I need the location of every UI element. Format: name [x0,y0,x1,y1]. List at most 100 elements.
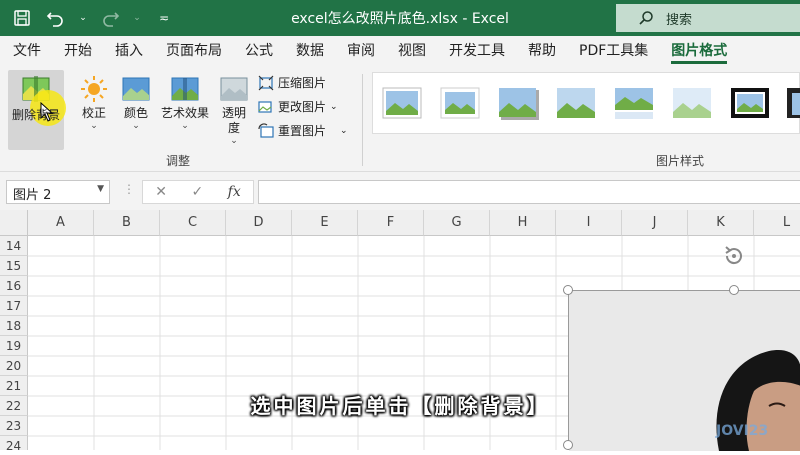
column-header-l[interactable]: L [754,210,800,236]
undo-icon[interactable] [44,6,68,30]
name-box-value: 图片 2 [13,188,52,203]
tab-developer[interactable]: 开发工具 [449,36,505,66]
save-icon[interactable] [10,6,34,30]
sun-icon [81,76,107,102]
reset-picture-button[interactable]: 重置图片 ⌄ [258,122,348,139]
column-header-k[interactable]: K [688,210,754,236]
cancel-icon[interactable]: ✕ [155,184,167,200]
color-picture-icon [122,77,150,101]
column-header-i[interactable]: I [556,210,622,236]
row-header-24[interactable]: 24 [0,436,28,450]
picture-style-simple-frame[interactable] [381,85,423,121]
ribbon-separator [362,74,363,166]
artistic-effects-icon [171,77,199,101]
color-button[interactable]: 颜色 ⌄ [116,74,156,131]
column-header-b[interactable]: B [94,210,160,236]
adjust-group-label: 调整 [166,154,191,168]
watermark-logo: JOVI23 [716,423,769,439]
tab-picture-format[interactable]: 图片格式 [671,36,728,66]
reset-picture-label: 重置图片 [278,124,327,138]
row-header-20[interactable]: 20 [0,356,28,376]
search-label: 搜索 [666,12,693,28]
column-header-e[interactable]: E [292,210,358,236]
row-header-18[interactable]: 18 [0,316,28,336]
search-icon [639,11,653,25]
column-header-f[interactable]: F [358,210,424,236]
chevron-down-icon[interactable]: ▼ [97,184,104,194]
change-picture-label: 更改图片 [278,100,327,114]
chevron-down-icon: ⌄ [132,121,140,131]
picture-styles-group-label: 图片样式 [656,154,705,168]
window-title: excel怎么改照片底色.xlsx - Excel [291,11,509,27]
picture-style-faded[interactable] [671,85,713,121]
row-header-23[interactable]: 23 [0,416,28,436]
tab-file[interactable]: 文件 [13,36,41,66]
picture-style-black-frame[interactable] [729,85,771,121]
search-box[interactable]: 搜索 [616,4,800,32]
picture-style-thick-frame[interactable] [785,85,800,121]
chevron-down-icon: ⌄ [330,101,338,112]
tab-formulas[interactable]: 公式 [245,36,273,66]
quick-access-toolbar: ⌄ ⌄ ≂ [10,6,176,30]
picture-styles-gallery [372,72,800,134]
tab-help[interactable]: 帮助 [528,36,556,66]
row-header-19[interactable]: 19 [0,336,28,356]
chevron-down-icon: ⌄ [181,121,189,131]
picture-style-reflection[interactable] [613,85,655,121]
redo-dropdown-icon[interactable]: ⌄ [132,6,142,30]
tab-view[interactable]: 视图 [398,36,426,66]
tab-insert[interactable]: 插入 [115,36,143,66]
picture-style-soft-edge[interactable] [555,85,597,121]
column-header-h[interactable]: H [490,210,556,236]
compress-icon [258,75,274,90]
column-header-a[interactable]: A [28,210,94,236]
change-picture-icon [258,100,272,113]
formula-buttons: ✕ ✓ fx [142,180,254,204]
column-header-d[interactable]: D [226,210,292,236]
column-header-c[interactable]: C [160,210,226,236]
customize-qat-icon[interactable]: ≂ [152,6,176,30]
row-header-15[interactable]: 15 [0,256,28,276]
undo-dropdown-icon[interactable]: ⌄ [78,6,88,30]
row-header-16[interactable]: 16 [0,276,28,296]
artistic-effects-button[interactable]: 艺术效果 ⌄ [158,74,212,131]
remove-background-label: 删除背景 [11,108,60,122]
column-header-j[interactable]: J [622,210,688,236]
formula-input[interactable] [258,180,800,204]
tab-review[interactable]: 审阅 [347,36,375,66]
transparency-label: 透明度 [222,106,247,135]
picture-style-white-border[interactable] [439,85,481,121]
change-picture-button[interactable]: 更改图片 ⌄ [258,98,338,115]
rotate-handle-icon[interactable] [722,244,746,268]
ribbon-tabs: 文件 开始 插入 页面布局 公式 数据 审阅 视图 开发工具 帮助 PDF工具集… [0,36,800,66]
resize-handle-left-bottom[interactable] [563,440,573,450]
reset-picture-icon [258,122,274,138]
transparency-icon [220,77,248,101]
select-all-corner[interactable] [0,210,28,236]
compress-pictures-button[interactable]: 压缩图片 [258,74,326,91]
artistic-effects-label: 艺术效果 [160,106,209,120]
redo-icon[interactable] [98,6,122,30]
chevron-down-icon: ⌄ [340,125,348,136]
tab-data[interactable]: 数据 [296,36,324,66]
row-header-17[interactable]: 17 [0,296,28,316]
picture-style-shadow[interactable] [497,85,539,121]
column-header-g[interactable]: G [424,210,490,236]
subtitle-caption: 选中图片后单击【删除背景】 [250,394,550,418]
insert-function-icon[interactable]: fx [228,184,241,200]
transparency-button[interactable]: 透明度 ⌄ [216,74,252,146]
compress-label: 压缩图片 [278,76,327,90]
resize-handle-top-middle[interactable] [729,285,739,295]
tab-home[interactable]: 开始 [64,36,92,66]
tab-page-layout[interactable]: 页面布局 [166,36,222,66]
name-box[interactable]: 图片 2 ▼ [6,180,110,204]
tab-pdf-tools[interactable]: PDF工具集 [579,36,648,66]
corrections-button[interactable]: 校正 ⌄ [74,74,114,131]
more-options-icon[interactable]: ⋮ [123,182,135,196]
row-header-14[interactable]: 14 [0,236,28,256]
title-bar: ⌄ ⌄ ≂ excel怎么改照片底色.xlsx - Excel 搜索 [0,0,800,36]
resize-handle-top-left[interactable] [563,285,573,295]
enter-icon[interactable]: ✓ [191,184,203,200]
color-label: 颜色 [123,106,148,120]
ribbon: 删除背景 校正 ⌄ 颜色 ⌄ 艺术效果 ⌄ 透明度 ⌄ 压缩图片 更改图片 ⌄ … [0,66,800,172]
